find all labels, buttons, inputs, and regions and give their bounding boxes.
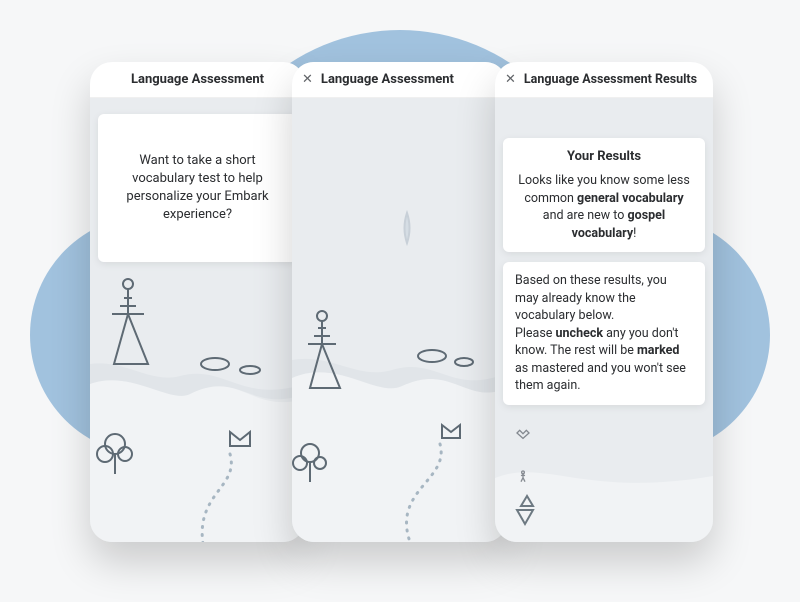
handshake-icon: [515, 425, 531, 441]
topbar-title: Language Assessment: [131, 72, 264, 87]
topbar-title: Language Assessment Results: [524, 72, 697, 87]
pray-icon: [515, 469, 531, 485]
results-title: Your Results: [515, 148, 693, 166]
screen: Want to take a short vocabulary test to …: [90, 114, 305, 542]
instr-line2: Please uncheck any you don't know. The r…: [515, 325, 693, 395]
phone-question: ✕ Language Assessment: [292, 62, 507, 542]
screen: Companion (female) la compañera CONTINUE: [292, 98, 507, 542]
instr-line1: Based on these results, you may already …: [515, 272, 693, 325]
screen: Assessment complete! Your Results Looks …: [495, 98, 713, 542]
intro-card: Want to take a short vocabulary test to …: [98, 114, 297, 262]
topbar: Language Assessment: [90, 62, 305, 98]
topbar: ✕ Language Assessment: [292, 62, 507, 98]
results-card: Your Results Looks like you know some le…: [503, 138, 705, 252]
topbar: ✕ Language Assessment Results: [495, 62, 713, 98]
instructions-card: Based on these results, you may already …: [503, 262, 705, 405]
stage: Language Assessment: [0, 0, 800, 602]
topbar-title: Language Assessment: [321, 72, 454, 87]
map-illustration: [292, 98, 507, 542]
phone-intro: Language Assessment: [90, 62, 305, 542]
phone-results: ✕ Language Assessment Results Assessment…: [495, 62, 713, 542]
results-body: Looks like you know some less common gen…: [515, 172, 693, 242]
close-icon[interactable]: ✕: [505, 73, 516, 86]
intro-text: Want to take a short vocabulary test to …: [112, 152, 283, 225]
close-icon[interactable]: ✕: [302, 73, 313, 86]
